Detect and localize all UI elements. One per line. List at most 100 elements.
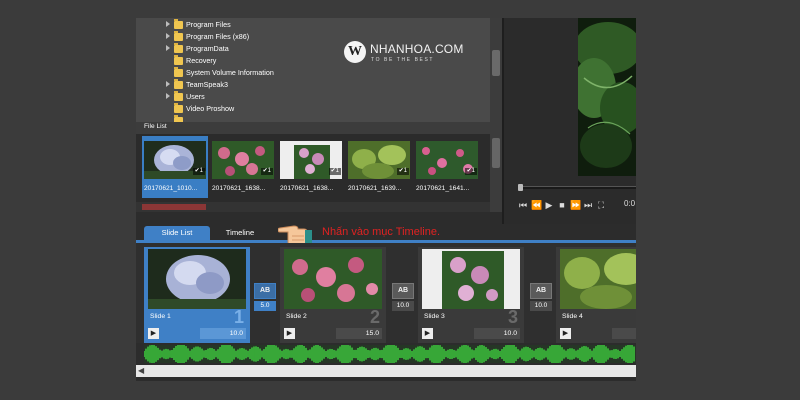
slide-label: Slide 1 [150,313,171,320]
file-name: 20170621_1638... [212,185,266,192]
tree-item-label: ProgramData [186,44,229,53]
playback-controls: ⏮ ⏪ ▶ ■ ⏩ ⏭ ⛶ [518,198,606,212]
preview-seekbar[interactable] [520,186,636,189]
skip-start-icon[interactable]: ⏮ [518,199,528,211]
file-thumbnail[interactable]: ✔1 20170621_1638... [278,136,344,198]
play-icon[interactable]: ▶ [284,328,295,339]
slide-card[interactable]: Slide 2 2 ▶ 15.0 [280,247,386,343]
file-list: ✔1 20170621_1010... ✔1 20170621_1638... … [136,134,502,212]
file-thumbnail[interactable]: ✔1 20170621_1010... [142,136,208,198]
transition[interactable]: AB 10.0 [392,283,414,317]
slide-number: 3 [507,307,518,327]
file-thumbnail[interactable]: ✔1 20170621_1638... [210,136,276,198]
tree-item-label: TeamSpeak3 [186,80,228,89]
slide-number: 2 [369,307,380,327]
slide-card[interactable]: Slide 3 3 ▶ 10.0 [418,247,524,343]
expand-arrow-icon[interactable] [166,81,170,87]
transition-duration[interactable]: 5.0 [254,301,276,311]
scrollbar-thumb[interactable] [142,204,206,210]
transition-ab-icon[interactable]: AB [254,283,276,299]
preview-image [578,18,636,176]
transition[interactable]: AB 10.0 [530,283,552,317]
file-usage-badge: ✔1 [396,168,409,175]
file-usage-badge: ✔1 [328,168,341,175]
play-icon[interactable]: ▶ [148,328,159,339]
slide-image [148,249,246,309]
slide-image [560,249,636,309]
slide-card[interactable]: Slide 1 1 ▶ 10.0 [144,247,250,343]
transition-ab-icon[interactable]: AB [392,283,414,299]
file-usage-badge: ✔1 [260,168,273,175]
folder-icon [174,19,183,29]
fast-forward-icon[interactable]: ⏩ [570,199,581,211]
transition[interactable]: AB 5.0 [254,283,276,317]
tree-item-label: Program Files [186,20,231,29]
preview-time: 0:0 [624,199,636,208]
expand-arrow-icon[interactable] [166,45,170,51]
scrollbar-thumb[interactable] [492,138,500,168]
stop-icon[interactable]: ■ [557,199,567,211]
seekbar-knob[interactable] [518,184,523,191]
file-name: 20170621_1641... [416,185,470,192]
slide-card[interactable]: Slide 4 4 ▶ [556,247,636,343]
transition-duration[interactable]: 10.0 [530,301,552,311]
slide-image [422,249,520,309]
slide-duration[interactable]: 10.0 [474,328,520,339]
expand-arrow-icon[interactable] [166,33,170,39]
folder-icon [174,67,183,77]
slide-label: Slide 2 [286,313,307,320]
tree-item-label: Users [186,92,205,101]
tab-timeline[interactable]: Timeline [216,226,264,240]
transition-ab-icon[interactable]: AB [530,283,552,299]
nhanhoa-logo: W NHANHOA.COM TO BE THE BEST [344,40,474,80]
proshow-window: Program Files Program Files (x86) Progra… [136,18,636,381]
file-list-title: File List [144,123,167,130]
folder-tree: Program Files Program Files (x86) Progra… [136,18,502,125]
folder-icon [174,91,183,101]
slide-duration[interactable]: 15.0 [336,328,382,339]
play-icon[interactable]: ▶ [560,328,571,339]
tab-slide-list[interactable]: Slide List [144,226,210,240]
folder-icon [174,43,183,53]
logo-badge: W [344,41,366,63]
file-usage-badge: ✔1 [192,168,205,175]
expand-arrow-icon[interactable] [166,21,170,27]
screenshot-stage: Program Files Program Files (x86) Progra… [0,0,800,400]
slide-label: Slide 4 [562,313,583,320]
tree-item-label: Video Proshow [186,104,235,113]
file-usage-badge: ✔1 [464,168,477,175]
tree-scrollbar[interactable] [490,18,502,122]
file-name: 20170621_1638... [280,185,334,192]
file-name: 20170621_1639... [348,185,402,192]
scrollbar-thumb[interactable] [492,50,500,76]
file-thumbnail[interactable]: ✔1 20170621_1639... [346,136,412,198]
slide-duration[interactable] [612,328,636,339]
scroll-left-icon[interactable]: ◀ [138,366,144,375]
expand-arrow-icon[interactable] [166,93,170,99]
logo-tagline: TO BE THE BEST [371,57,435,63]
folder-icon [174,55,183,65]
slide-list: Slide 1 1 ▶ 10.0 AB 5.0 Slide 2 2 ▶ 15.0… [136,243,636,343]
play-icon[interactable]: ▶ [422,328,433,339]
timeline-h-scrollbar[interactable]: ◀ [136,365,636,377]
rewind-icon[interactable]: ⏪ [531,199,542,211]
tree-item-label: System Volume Information [186,68,274,77]
audio-waveform[interactable] [144,345,636,363]
skip-end-icon[interactable]: ⏭ [583,199,593,211]
slide-image [284,249,382,309]
file-list-scrollbar[interactable] [490,134,502,212]
folder-icon [174,31,183,41]
slide-duration[interactable]: 10.0 [200,328,246,339]
tree-item-label: Program Files (x86) [186,32,250,41]
file-thumbnail[interactable]: ✔1 20170621_1641... [414,136,480,198]
file-list-h-scrollbar[interactable] [136,202,490,212]
logo-brand: NHANHOA.COM [370,42,464,56]
slide-number: 1 [233,307,244,327]
folder-icon [174,79,183,89]
play-icon[interactable]: ▶ [544,199,554,211]
slide-label: Slide 3 [424,313,445,320]
transition-duration[interactable]: 10.0 [392,301,414,311]
file-name: 20170621_1010... [144,185,198,192]
folder-icon [174,103,183,113]
fullscreen-icon[interactable]: ⛶ [596,199,606,211]
